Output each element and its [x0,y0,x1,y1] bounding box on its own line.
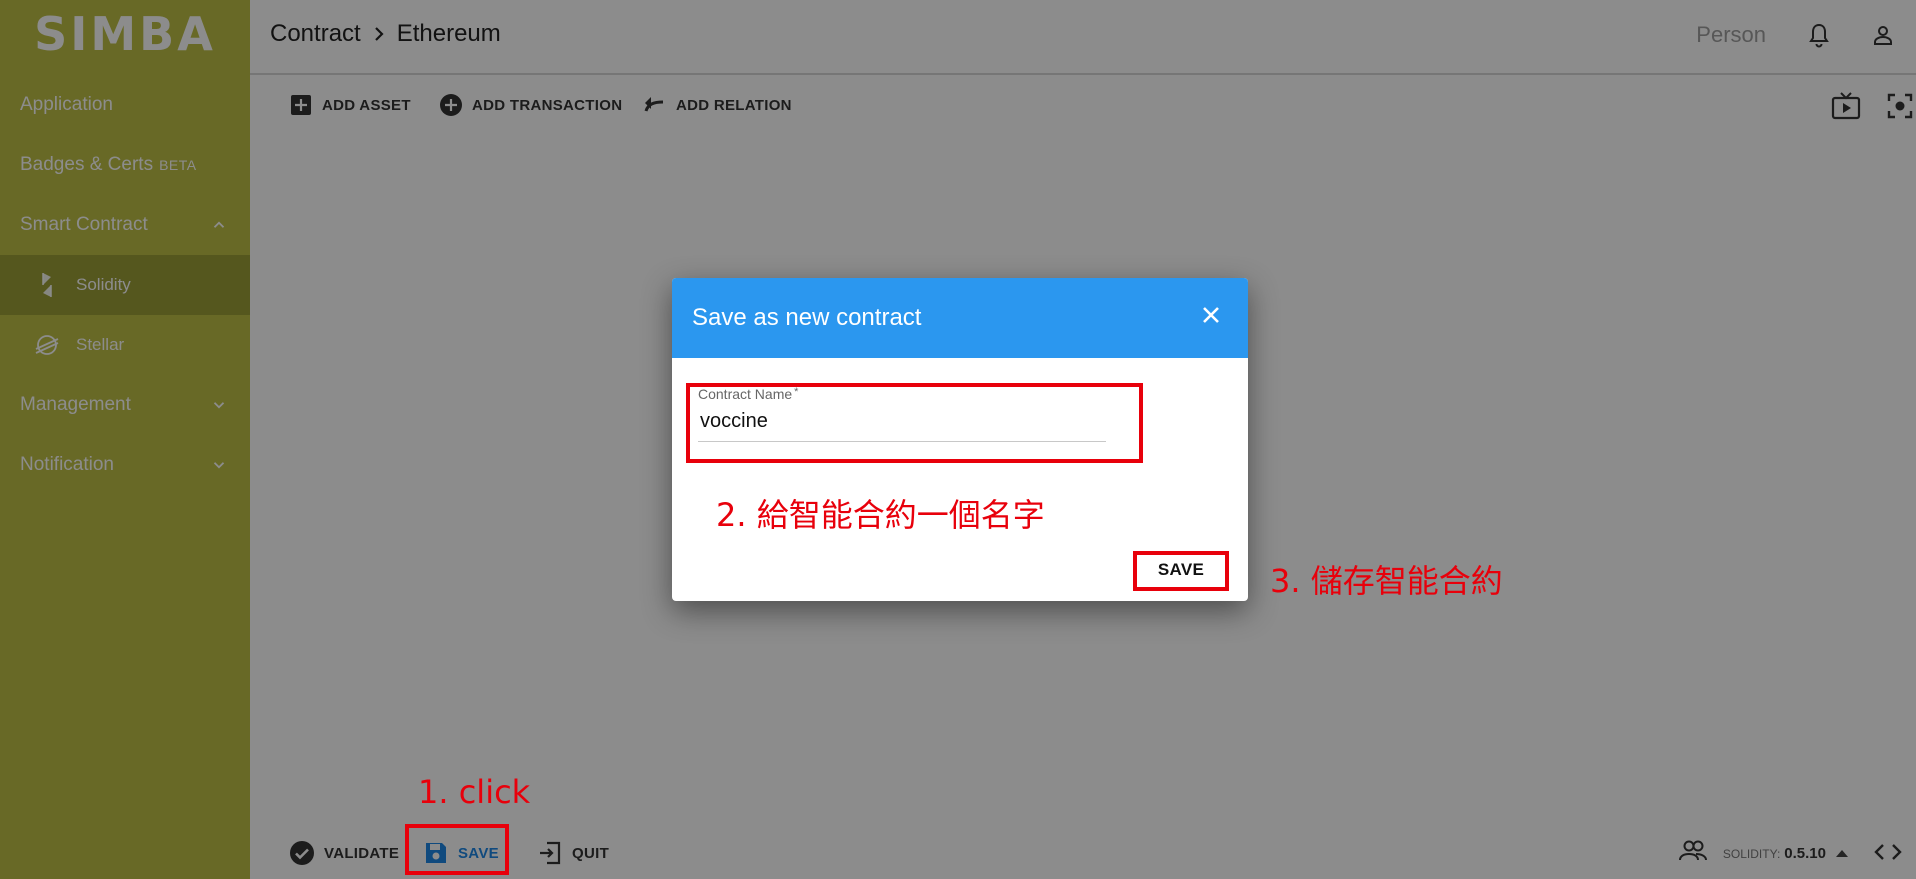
close-icon[interactable] [1196,300,1226,330]
annotation-step-2: 2. 給智能合約一個名字 [716,496,1045,534]
annotation-step-1: 1. click [418,773,531,811]
dialog-title: Save as new contract [692,304,922,331]
annotation-highlight-dialog-save [1133,551,1229,591]
annotation-highlight-name-field [686,383,1143,463]
annotation-step-3: 3. 儲存智能合約 [1270,562,1503,600]
annotation-highlight-bottom-save [405,824,509,875]
dialog-header: Save as new contract [672,278,1248,358]
